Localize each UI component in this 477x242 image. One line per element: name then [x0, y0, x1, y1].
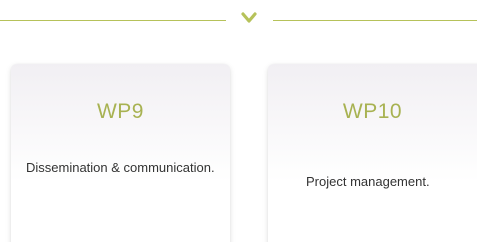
card-description: Project management. [306, 174, 430, 189]
card-description: Dissemination & communication. [26, 160, 215, 175]
chevron-down-icon[interactable] [240, 11, 258, 25]
work-package-card-wp9[interactable]: WP9 Dissemination & communication. [11, 64, 230, 242]
card-title: WP10 [342, 100, 403, 123]
work-package-card-wp10[interactable]: WP10 Project management. [268, 64, 477, 242]
divider-line-right [273, 20, 477, 21]
card-title: WP9 [96, 100, 144, 123]
divider-line-left [0, 20, 226, 21]
page: WP9 Dissemination & communication. WP10 … [0, 0, 477, 242]
